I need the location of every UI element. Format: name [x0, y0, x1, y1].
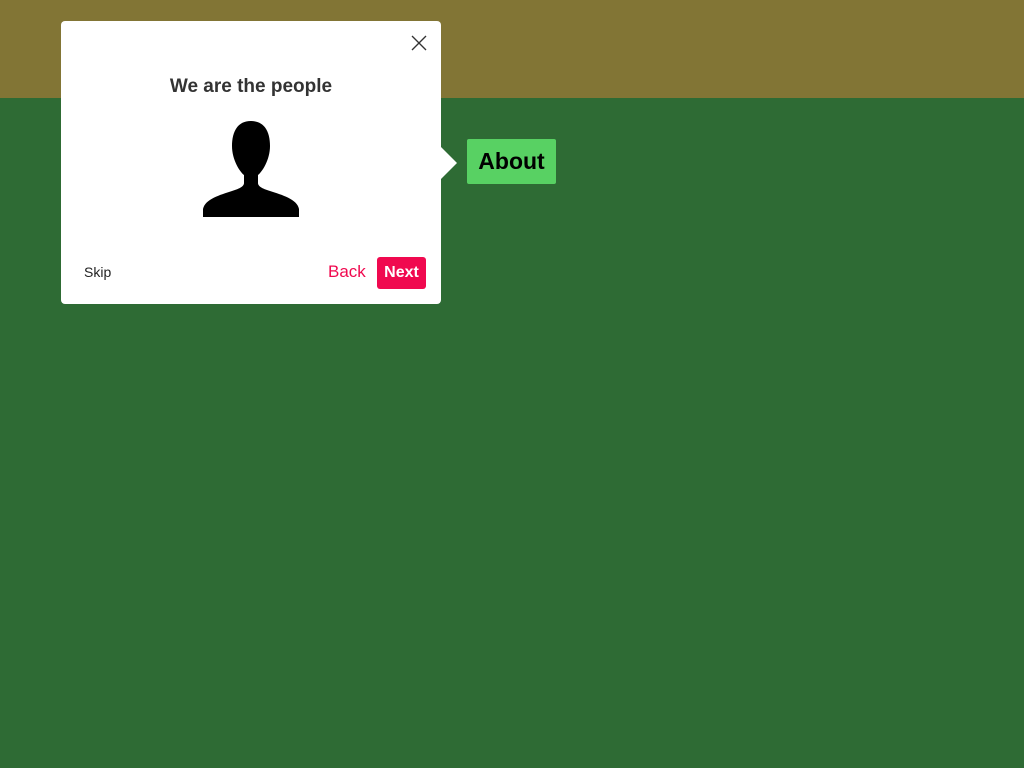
page: About We are the people Skip Back Next [0, 0, 1024, 768]
popover-arrow [440, 146, 457, 180]
skip-button[interactable]: Skip [84, 264, 111, 280]
close-button[interactable] [409, 33, 429, 53]
tour-popover: We are the people Skip Back Next [61, 21, 441, 304]
next-button[interactable]: Next [377, 257, 426, 289]
popover-title: We are the people [169, 76, 333, 97]
about-target[interactable]: About [467, 139, 556, 184]
back-button[interactable]: Back [328, 262, 366, 282]
close-icon [409, 33, 429, 53]
user-silhouette-icon [202, 119, 300, 217]
